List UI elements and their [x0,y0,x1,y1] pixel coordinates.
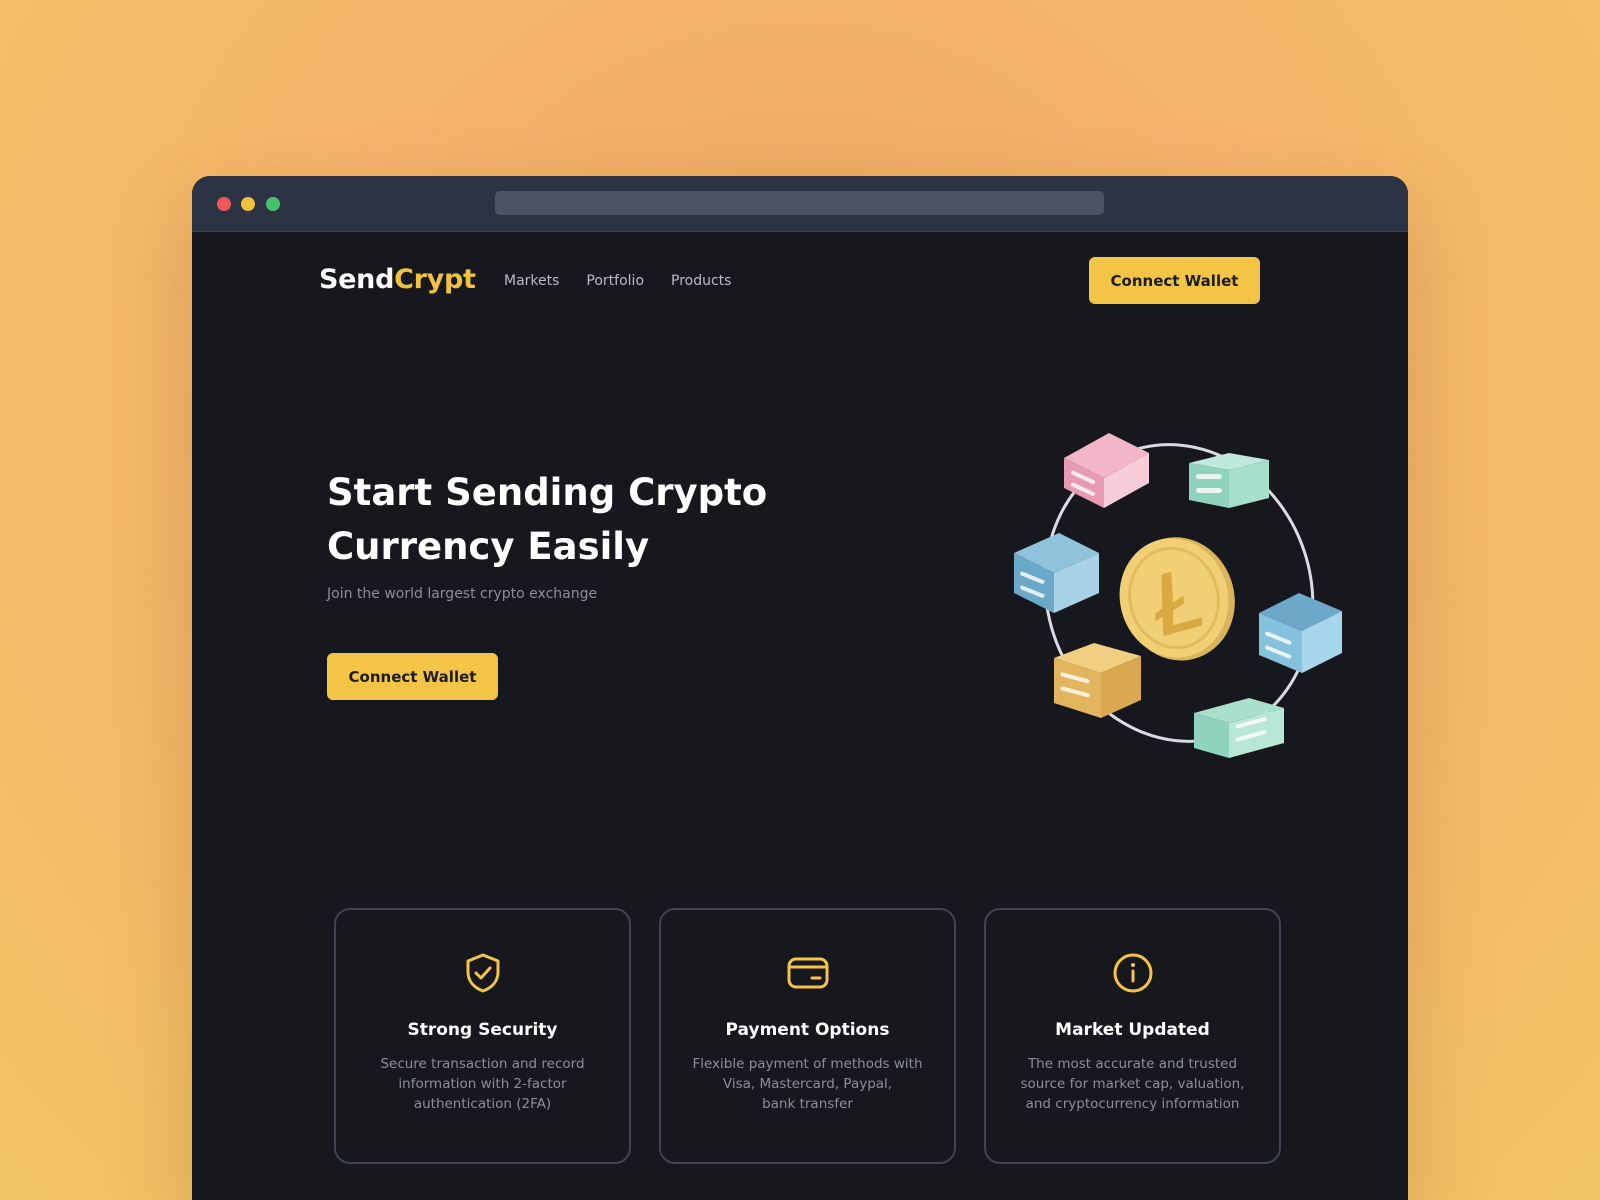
feature-description: The most accurate and trusted source for… [1020,1056,1245,1112]
nav-connect-wallet-button[interactable]: Connect Wallet [1089,257,1260,304]
logo-text-accent: Crypt [394,264,476,295]
maximize-window-button[interactable] [266,197,280,211]
server-stack-yellow [1054,643,1141,718]
minimize-window-button[interactable] [241,197,255,211]
shield-check-icon [466,953,499,993]
nav-link-portfolio[interactable]: Portfolio [586,273,644,289]
server-stack-green-bottom [1194,698,1284,758]
browser-titlebar [192,176,1408,232]
hero-connect-wallet-button[interactable]: Connect Wallet [327,653,498,700]
info-icon [1113,953,1152,993]
litecoin-coin [1119,537,1235,661]
address-bar[interactable] [495,191,1104,215]
feature-description: Flexible payment of methods with Visa, M… [692,1056,923,1112]
features-section: Strong Security Secure transaction and r… [334,908,1281,1164]
litecoin-network-illustration [1014,433,1342,758]
feature-card-security: Strong Security Secure transaction and r… [334,908,631,1164]
logo[interactable]: SendCrypt [319,264,476,295]
nav-links: Markets Portfolio Products [504,273,731,289]
browser-window: SendCrypt Markets Portfolio Products Con… [192,176,1408,1200]
feature-card-payment: Payment Options Flexible payment of meth… [659,908,956,1164]
feature-card-market: Market Updated The most accurate and tru… [984,908,1281,1164]
nav-link-products[interactable]: Products [671,273,731,289]
feature-title: Market Updated [1055,1020,1210,1040]
credit-card-icon [787,957,828,989]
feature-title: Strong Security [407,1020,558,1040]
hero-subtitle: Join the world largest crypto exchange [327,586,598,602]
server-stack-pink [1064,433,1149,508]
server-stack-green-top [1189,453,1269,508]
server-stack-blue-left [1014,533,1099,613]
hero-title: Start Sending Crypto Currency Easily [327,471,768,568]
close-window-button[interactable] [217,197,231,211]
server-stack-blue-right [1259,593,1342,673]
top-nav: SendCrypt Markets Portfolio Products Con… [192,256,1408,306]
nav-link-markets[interactable]: Markets [504,273,559,289]
feature-title: Payment Options [725,1020,890,1040]
feature-description: Secure transaction and record informatio… [380,1056,585,1112]
logo-text-primary: Send [319,264,395,295]
